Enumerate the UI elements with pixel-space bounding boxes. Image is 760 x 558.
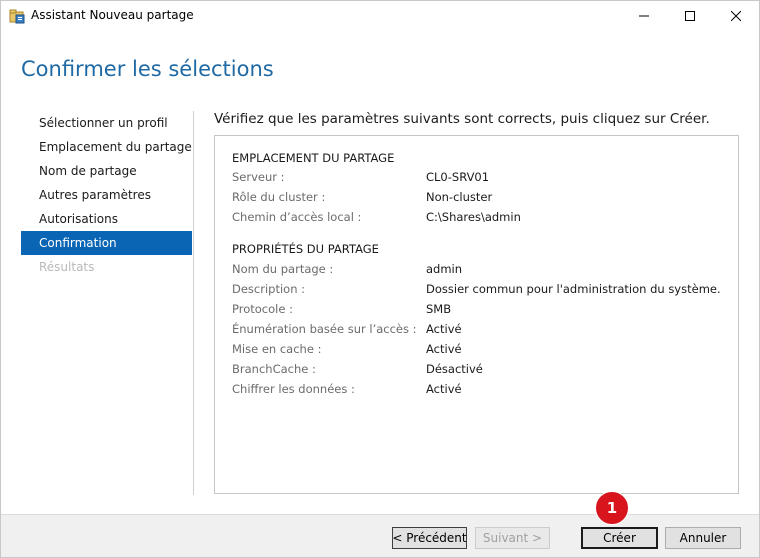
summary-row: Nom du partage : admin (232, 262, 732, 282)
maximize-button[interactable] (667, 1, 713, 31)
row-label: Protocole : (232, 302, 293, 316)
close-button[interactable] (713, 1, 759, 31)
minimize-icon (639, 11, 649, 21)
summary-row: BranchCache : Désactivé (232, 362, 732, 382)
row-value: Activé (426, 382, 462, 396)
summary-row: Énumération basée sur l’accès : Activé (232, 322, 732, 342)
row-value: Activé (426, 342, 462, 356)
create-button[interactable]: Créer (581, 527, 658, 549)
maximize-icon (685, 11, 695, 21)
row-label: Serveur : (232, 170, 285, 184)
summary-row: Chiffrer les données : Activé (232, 382, 732, 402)
summary-row: Serveur : CL0-SRV01 (232, 170, 732, 190)
row-value: Désactivé (426, 362, 483, 376)
window-title: Assistant Nouveau partage (31, 8, 194, 22)
nav-item-share-location[interactable]: Emplacement du partage (21, 135, 192, 159)
summary-row: Rôle du cluster : Non-cluster (232, 190, 732, 210)
step-number-badge: 1 (595, 491, 629, 525)
instruction-text: Vérifiez que les paramètres suivants son… (214, 111, 710, 127)
wizard-footer: < Précédent Suivant > Créer Annuler (1, 515, 759, 557)
cancel-button[interactable]: Annuler (665, 527, 741, 549)
row-label: BranchCache : (232, 362, 316, 376)
row-value: Dossier commun pour l'administration du … (426, 282, 721, 296)
row-value: CL0-SRV01 (426, 170, 490, 184)
row-value: admin (426, 262, 463, 276)
nav-item-results: Résultats (39, 260, 95, 274)
wizard-steps-nav: Sélectionner un profil Emplacement du pa… (21, 111, 192, 279)
row-value: Non-cluster (426, 190, 493, 204)
row-label: Description : (232, 282, 306, 296)
close-icon (731, 11, 741, 21)
summary-panel: EMPLACEMENT DU PARTAGE Serveur : CL0-SRV… (214, 135, 739, 494)
section-title-properties: PROPRIÉTÉS DU PARTAGE (232, 242, 379, 256)
nav-item-confirmation[interactable]: Confirmation (21, 231, 192, 255)
nav-item-other-settings[interactable]: Autres paramètres (21, 183, 192, 207)
summary-row: Chemin d’accès local : C:\Shares\admin (232, 210, 732, 230)
section-title-location: EMPLACEMENT DU PARTAGE (232, 151, 395, 165)
row-value: SMB (426, 302, 452, 316)
wizard-window: Assistant Nouveau partage Confirmer les … (0, 0, 760, 558)
nav-item-permissions[interactable]: Autorisations (21, 207, 192, 231)
row-label: Chiffrer les données : (232, 382, 355, 396)
minimize-button[interactable] (621, 1, 667, 31)
page-title: Confirmer les sélections (21, 57, 274, 81)
row-value: Activé (426, 322, 462, 336)
row-label: Nom du partage : (232, 262, 334, 276)
title-bar[interactable]: Assistant Nouveau partage (1, 1, 759, 31)
row-value: C:\Shares\admin (426, 210, 521, 224)
nav-item-select-profile[interactable]: Sélectionner un profil (21, 111, 192, 135)
previous-button[interactable]: < Précédent (392, 527, 467, 549)
summary-row: Mise en cache : Activé (232, 342, 732, 362)
row-label: Énumération basée sur l’accès : (232, 322, 417, 336)
summary-row: Protocole : SMB (232, 302, 732, 322)
summary-row: Description : Dossier commun pour l'admi… (232, 282, 732, 302)
row-label: Rôle du cluster : (232, 190, 326, 204)
sidebar-divider (193, 111, 194, 495)
next-button: Suivant > (475, 527, 550, 549)
share-wizard-icon (9, 8, 25, 24)
row-label: Chemin d’accès local : (232, 210, 362, 224)
nav-item-share-name[interactable]: Nom de partage (21, 159, 192, 183)
row-label: Mise en cache : (232, 342, 322, 356)
